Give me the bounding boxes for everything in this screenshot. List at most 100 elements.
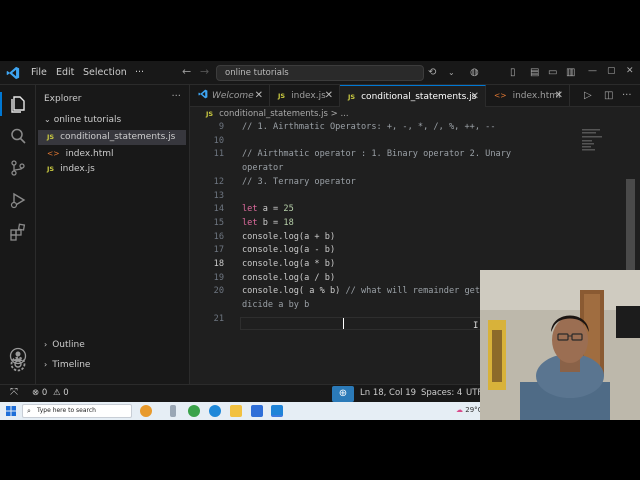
file-index-js[interactable]: JS index.js xyxy=(38,162,186,177)
copilot-icon[interactable]: ⟲ xyxy=(428,67,436,78)
menu-selection[interactable]: Selection xyxy=(83,67,127,78)
line-number: 11 xyxy=(213,149,224,160)
run-debug-icon[interactable] xyxy=(9,191,27,209)
close-icon[interactable]: ✕ xyxy=(325,85,333,107)
layout-icon[interactable]: ▯ xyxy=(510,67,516,78)
widget-icon[interactable] xyxy=(140,405,152,417)
task-view-icon[interactable] xyxy=(170,405,176,417)
code-line[interactable]: operator xyxy=(242,163,283,173)
close-button[interactable]: ✕ xyxy=(626,66,634,76)
search-icon: ⌕ xyxy=(27,407,31,415)
search-icon[interactable] xyxy=(9,127,27,145)
code-line[interactable]: // 1. Airthmatic Operators: +, -, *, /, … xyxy=(242,122,496,132)
close-icon[interactable]: ✕ xyxy=(555,85,563,107)
file-label: index.js xyxy=(60,164,95,174)
error-count: 0 xyxy=(41,388,48,398)
title-bar: File Edit Selection ··· ← → online tutor… xyxy=(0,61,640,85)
code-line[interactable]: // 3. Ternary operator xyxy=(242,177,356,187)
maximize-button[interactable]: ▢ xyxy=(607,66,616,76)
line-number: 13 xyxy=(213,190,224,201)
outlook-icon[interactable] xyxy=(251,405,263,417)
tab-label: index.html xyxy=(512,91,561,101)
code-line[interactable]: let a = 25 xyxy=(242,204,294,214)
accounts-icon[interactable]: ◍ xyxy=(470,67,479,78)
line-number: 21 xyxy=(213,313,224,324)
command-center-search[interactable]: online tutorials xyxy=(216,65,424,81)
error-icon: ⊗ xyxy=(32,388,40,398)
line-number: 16 xyxy=(213,231,224,242)
zoom-icon[interactable]: ⊕ xyxy=(332,386,354,402)
indentation[interactable]: Spaces: 4 xyxy=(421,388,462,398)
run-icon[interactable]: ▷ xyxy=(584,90,592,101)
toggle-panel-icon[interactable]: ▭ xyxy=(548,67,557,78)
line-number: 10 xyxy=(213,135,224,146)
line-number: 19 xyxy=(213,272,224,283)
code-line[interactable]: console.log(a / b) xyxy=(242,273,335,283)
code-line[interactable]: console.log(a - b) xyxy=(242,245,335,255)
weather-widget[interactable]: ☁ 29°C xyxy=(456,406,483,414)
extensions-icon[interactable] xyxy=(9,223,27,241)
source-control-icon[interactable] xyxy=(9,159,27,177)
vscode-logo-icon xyxy=(6,66,20,80)
tab-label: Welcome xyxy=(212,91,254,101)
edge-icon[interactable] xyxy=(209,405,221,417)
file-index-html[interactable]: <> index.html xyxy=(38,146,186,161)
video-frame: File Edit Selection ··· ← → online tutor… xyxy=(0,0,640,480)
file-conditional-statements-js[interactable]: JS conditional_statements.js xyxy=(38,130,186,145)
folder-online-tutorials[interactable]: ⌄ online tutorials xyxy=(44,115,121,125)
problems-indicator[interactable]: ⊗ 0 ⚠ 0 xyxy=(32,388,69,398)
vscode-taskbar-icon[interactable] xyxy=(271,405,283,417)
code-line[interactable]: console.log(a * b) xyxy=(242,259,335,269)
windows-start-icon[interactable] xyxy=(6,406,16,416)
forward-arrow-icon[interactable]: → xyxy=(200,65,209,78)
line-number: 17 xyxy=(213,245,224,256)
toggle-sidebar-icon[interactable]: ▤ xyxy=(530,67,539,78)
code-line[interactable]: let b = 18 xyxy=(242,218,294,228)
more-actions-icon[interactable]: ··· xyxy=(622,90,632,101)
menu-edit[interactable]: Edit xyxy=(56,67,74,78)
webcam-overlay xyxy=(480,270,640,420)
timeline-section[interactable]: › Timeline xyxy=(44,360,90,370)
code-line[interactable]: dicide a by b xyxy=(242,300,309,310)
close-icon[interactable]: ✕ xyxy=(255,85,263,107)
menu-file[interactable]: File xyxy=(31,67,47,78)
mouse-ibeam-icon: I xyxy=(473,321,479,331)
remote-icon[interactable]: ⤧ xyxy=(10,387,18,398)
active-indicator xyxy=(0,92,2,116)
code-line[interactable]: // Airthmatic operator : 1. Binary opera… xyxy=(242,149,511,159)
tab-index-html[interactable]: <> index.html ✕ xyxy=(486,85,570,107)
outline-section[interactable]: › Outline xyxy=(44,340,85,350)
chrome-icon[interactable] xyxy=(188,405,200,417)
menu-more[interactable]: ··· xyxy=(135,67,144,78)
taskbar-search[interactable]: ⌕ Type here to search xyxy=(22,404,132,418)
tab-label: index.js xyxy=(291,91,326,101)
html-file-icon: <> xyxy=(494,91,507,100)
toggle-secondary-sidebar-icon[interactable]: ▥ xyxy=(566,67,575,78)
tab-conditional-statements-js[interactable]: JS conditional_statements.js ✕ xyxy=(340,85,486,107)
close-icon[interactable]: ✕ xyxy=(471,86,479,108)
tab-label: conditional_statements.js xyxy=(361,92,477,102)
back-arrow-icon[interactable]: ← xyxy=(182,65,191,78)
weather-icon: ☁ xyxy=(456,406,463,414)
cursor-position[interactable]: Ln 18, Col 19 xyxy=(360,388,416,398)
split-editor-icon[interactable]: ◫ xyxy=(604,90,613,101)
minimize-button[interactable]: — xyxy=(588,66,597,76)
explorer-more-button[interactable]: ··· xyxy=(171,91,181,102)
code-line[interactable]: console.log(a + b) xyxy=(242,232,335,242)
breadcrumb-file[interactable]: conditional_statements.js xyxy=(219,109,328,119)
chevron-down-icon: ⌄ xyxy=(44,115,51,124)
tab-index-js[interactable]: JS index.js ✕ xyxy=(270,85,340,107)
editor-tabs: Welcome ✕ JS index.js ✕ JS conditional_sta… xyxy=(190,85,640,107)
minimap[interactable] xyxy=(582,127,622,167)
tab-welcome[interactable]: Welcome ✕ xyxy=(190,85,270,107)
js-file-icon: JS xyxy=(278,92,286,100)
chevron-right-icon: › xyxy=(44,360,48,369)
html-file-icon: <> xyxy=(47,149,60,158)
js-file-icon: JS xyxy=(47,133,55,141)
gear-icon[interactable] xyxy=(9,355,27,373)
chevron-down-icon[interactable]: ⌄ xyxy=(448,68,455,77)
file-explorer-icon[interactable] xyxy=(230,405,242,417)
files-icon[interactable] xyxy=(9,95,27,113)
breadcrumb: JS conditional_statements.js > ... xyxy=(190,108,640,121)
breadcrumb-rest[interactable]: > ... xyxy=(331,109,349,119)
